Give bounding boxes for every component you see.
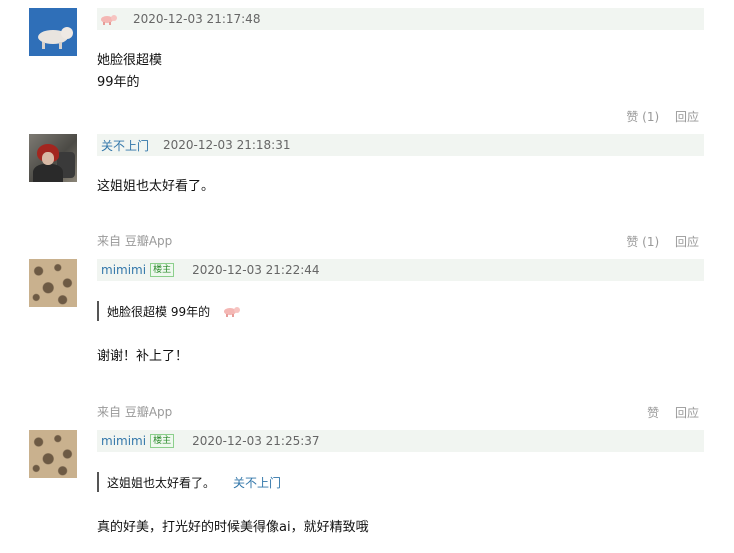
like-button[interactable]: 赞 (1) [626,110,659,124]
like-button[interactable]: 赞 (1) [626,235,659,249]
quoted-reply: 她脸很超模 99年的 [97,301,241,321]
comment-meta: mimimi 楼主 2020-12-03 21:22:44 [97,259,704,281]
quote-text: 她脸很超模 99年的 [107,304,211,319]
comment-actions: 赞 回应 [635,404,699,421]
pig-emoji-icon [101,14,117,25]
timestamp: 2020-12-03 21:18:31 [163,138,291,152]
author-name-link[interactable]: 关不上门 [101,137,149,154]
like-button[interactable]: 赞 [647,406,659,420]
reply-button[interactable]: 回应 [675,406,699,420]
source-label: 来自 豆瓣App [97,405,173,419]
timestamp: 2020-12-03 21:25:37 [192,434,320,448]
leopard-avatar-icon[interactable] [29,259,77,307]
comment-text-line: 这姐姐也太好看了。 [97,179,215,194]
quoted-reply: 这姐姐也太好看了。 关不上门 [97,472,281,492]
timestamp: 2020-12-03 21:17:48 [133,12,261,26]
comment-meta: 关不上门 2020-12-03 21:18:31 [97,134,704,156]
comment-text-line: 她脸很超模 [97,53,163,68]
quote-text: 这姐姐也太好看了。 [107,475,216,490]
leopard-avatar-icon[interactable] [29,430,77,478]
timestamp: 2020-12-03 21:22:44 [192,263,320,277]
comment-meta: 2020-12-03 21:17:48 [97,8,704,30]
source-label: 来自 豆瓣App [97,234,173,248]
reply-button[interactable]: 回应 [675,235,699,249]
op-badge: 楼主 [150,263,175,277]
author-name-link[interactable]: mimimi [101,434,146,448]
comment-actions: 赞 (1) 回应 [614,233,699,250]
comment-text-line: 真的好美，打光好的时候美得像ai，就好精致哦 [97,520,369,535]
pig-avatar-icon[interactable] [29,8,77,56]
author-name-link[interactable]: mimimi [101,263,146,277]
reply-button[interactable]: 回应 [675,110,699,124]
person-avatar-icon[interactable] [29,134,77,182]
comment-text-line: 99年的 [97,75,140,90]
comment-text-line: 谢谢！补上了！ [97,349,189,364]
op-badge: 楼主 [150,434,175,448]
pig-emoji-icon [224,306,241,317]
comment-actions: 赞 (1) 回应 [614,108,699,125]
comment-meta: mimimi 楼主 2020-12-03 21:25:37 [97,430,704,452]
quote-author-link[interactable]: 关不上门 [233,474,281,491]
